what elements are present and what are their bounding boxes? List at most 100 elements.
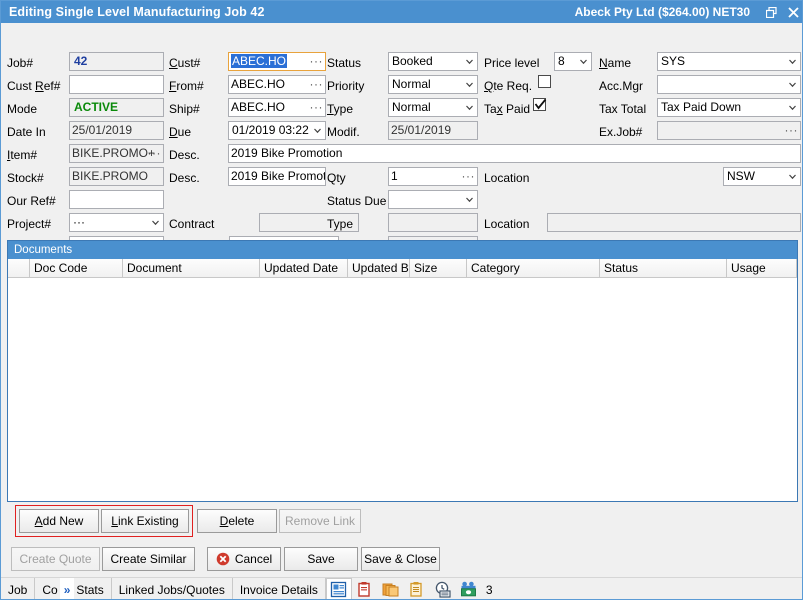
label-modif: Modif. — [327, 125, 360, 139]
ex-job-no-input[interactable]: ··· — [657, 121, 801, 140]
project-no-ellipsis-icon[interactable]: ··· — [73, 215, 85, 229]
clipboard-icon[interactable] — [404, 578, 430, 600]
status-due-select[interactable] — [388, 190, 478, 209]
money-gift-icon[interactable] — [456, 578, 482, 600]
tab-co[interactable]: Co — [35, 578, 59, 600]
qty-input[interactable]: 1 ··· — [388, 167, 478, 186]
chevron-down-icon[interactable] — [313, 126, 322, 135]
our-ref-no-input[interactable] — [69, 190, 164, 209]
ship-no-input[interactable]: ABEC.HO ··· — [228, 98, 326, 117]
create-quote-button: Create Quote — [11, 547, 100, 571]
column-header-status[interactable]: Status — [600, 259, 727, 277]
delete-button[interactable]: Delete — [197, 509, 277, 533]
location-1-select[interactable]: NSW — [723, 167, 801, 186]
save-button[interactable]: Save — [284, 547, 358, 571]
save-and-close-button[interactable]: Save & Close — [361, 547, 440, 571]
label-tax-total: Tax Total — [599, 102, 646, 116]
desc-2-input[interactable]: 2019 Bike Promotio — [228, 167, 326, 186]
label-name: Name — [599, 56, 631, 70]
close-icon[interactable] — [782, 2, 803, 22]
chevron-down-icon[interactable] — [788, 57, 797, 66]
qte-req-checkbox[interactable] — [538, 75, 551, 88]
label-location-2: Location — [484, 217, 529, 231]
label-our-ref-no: Our Ref# — [7, 194, 56, 208]
cust-no-input[interactable]: ABEC.HO ··· — [228, 52, 326, 71]
chevron-down-icon[interactable] — [788, 80, 797, 89]
location-2-field — [547, 213, 801, 232]
label-cust-ref-no: Cust Ref# — [7, 79, 60, 93]
tax-total-select[interactable]: Tax Paid Down — [657, 98, 801, 117]
qty-ellipsis-icon[interactable]: ··· — [462, 168, 476, 184]
ship-no-ellipsis-icon[interactable]: ··· — [310, 99, 324, 115]
create-quote-label: Create Quote — [19, 552, 91, 566]
acc-mgr-select[interactable] — [657, 75, 801, 94]
tab-job[interactable]: Job — [1, 578, 35, 600]
status-select[interactable]: Booked — [388, 52, 478, 71]
ex-job-no-ellipsis-icon[interactable]: ··· — [785, 122, 799, 138]
type-select[interactable]: Normal — [388, 98, 478, 117]
tab-linked-jobs-quotes[interactable]: Linked Jobs/Quotes — [112, 578, 233, 600]
column-header-category[interactable]: Category — [467, 259, 600, 277]
history-clock-icon[interactable] — [430, 578, 456, 600]
column-header-doc-code[interactable]: Doc Code — [30, 259, 123, 277]
label-status: Status — [327, 56, 361, 70]
cust-no-ellipsis-icon[interactable]: ··· — [310, 53, 324, 69]
desc-1-input[interactable]: 2019 Bike Promotion — [228, 144, 801, 163]
column-header-select[interactable] — [8, 259, 30, 277]
tab-overflow-icon[interactable]: » — [60, 578, 75, 600]
label-ship-no: Ship# — [169, 102, 200, 116]
label-location-1: Location — [484, 171, 529, 185]
link-existing-button[interactable]: Link Existing — [101, 509, 189, 533]
cancel-button[interactable]: Cancel — [207, 547, 281, 571]
label-project-no: Project# — [7, 217, 51, 231]
tax-paid-checkbox[interactable] — [533, 98, 546, 111]
action-button-bar: Create Quote Create Similar Cancel Save … — [1, 542, 803, 576]
name-select[interactable]: SYS — [657, 52, 801, 71]
chevron-down-icon[interactable] — [465, 103, 474, 112]
chevron-down-icon[interactable] — [788, 172, 797, 181]
column-header-updated-by[interactable]: Updated By — [348, 259, 410, 277]
chevron-down-icon[interactable] — [788, 103, 797, 112]
red-clipboard-icon[interactable] — [352, 578, 378, 600]
chevron-down-icon[interactable] — [579, 57, 588, 66]
chevron-down-icon[interactable] — [465, 195, 474, 204]
documents-button-bar: Add New Link Existing Delete Remove Link — [7, 503, 798, 537]
column-header-updated-date[interactable]: Updated Date — [260, 259, 348, 277]
item-no-ellipsis-icon[interactable]: ··· — [148, 145, 162, 161]
column-header-size[interactable]: Size — [410, 259, 467, 277]
chevron-down-icon[interactable] — [465, 57, 474, 66]
label-acc-mgr: Acc.Mgr — [599, 79, 643, 93]
from-no-input[interactable]: ABEC.HO ··· — [228, 75, 326, 94]
orange-folders-icon[interactable] — [378, 578, 404, 600]
chevron-down-icon[interactable] — [465, 80, 474, 89]
label-ex-job-no: Ex.Job# — [599, 125, 642, 139]
column-header-usage[interactable]: Usage — [727, 259, 797, 277]
tax-total-value: Tax Paid Down — [661, 100, 741, 114]
document-view-icon[interactable] — [326, 578, 352, 600]
documents-grid-body[interactable] — [8, 278, 797, 500]
cust-ref-no-input[interactable] — [69, 75, 164, 94]
tab-stats[interactable]: Stats — [74, 578, 111, 600]
link-existing-label: Link Existing — [111, 514, 178, 528]
column-header-document[interactable]: Document — [123, 259, 260, 277]
create-similar-label: Create Similar — [110, 552, 186, 566]
restore-icon[interactable] — [760, 2, 782, 22]
create-similar-button[interactable]: Create Similar — [102, 547, 195, 571]
add-new-button[interactable]: Add New — [19, 509, 99, 533]
price-level-select[interactable]: 8 — [554, 52, 592, 71]
priority-select[interactable]: Normal — [388, 75, 478, 94]
item-no-input[interactable]: BIKE.PROMO+ ··· — [69, 144, 164, 163]
label-from-no: From# — [169, 79, 204, 93]
label-due: Due — [169, 125, 191, 139]
from-no-ellipsis-icon[interactable]: ··· — [310, 76, 324, 92]
chevron-down-icon[interactable] — [151, 218, 160, 227]
tab-invoice-details[interactable]: Invoice Details — [233, 578, 326, 600]
location-1-value: NSW — [727, 169, 755, 183]
customer-summary: Abeck Pty Ltd ($264.00) NET30 — [575, 5, 750, 19]
project-no-select[interactable]: ··· — [69, 213, 164, 232]
documents-grid-header: Doc Code Document Updated Date Updated B… — [8, 259, 797, 278]
ship-no-value: ABEC.HO — [231, 100, 285, 114]
label-mode: Mode — [7, 102, 37, 116]
job-form: Job# Cust Ref# Mode Date In Item# Stock#… — [1, 23, 803, 239]
due-date-select[interactable]: 01/2019 03:22 — [228, 121, 326, 140]
